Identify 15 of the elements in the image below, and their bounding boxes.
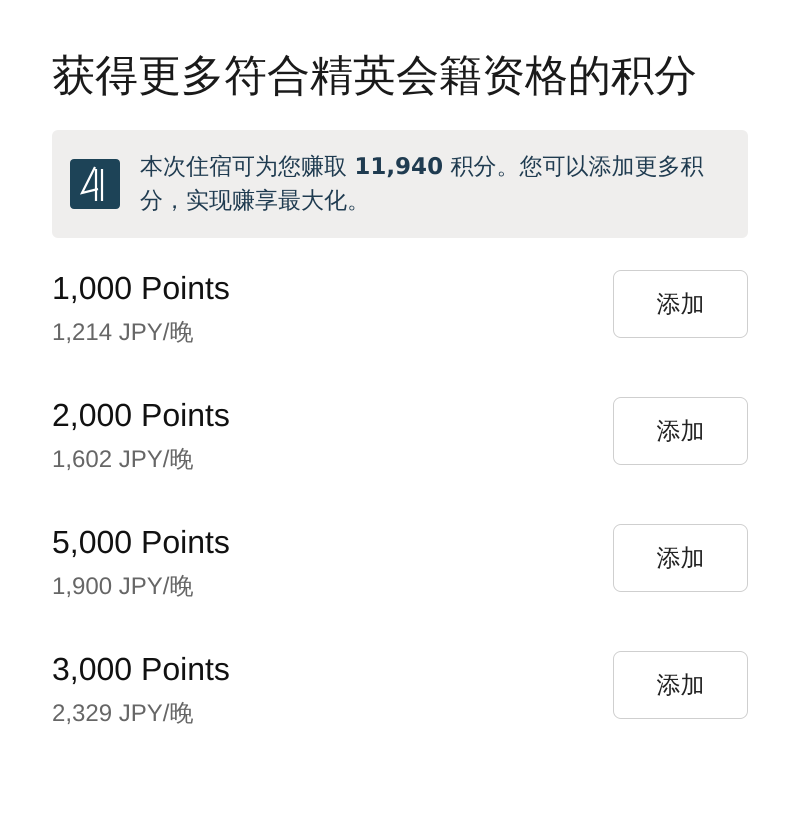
price-label: 1,602 JPY/晚 — [52, 445, 194, 475]
add-button[interactable]: 添加 — [613, 397, 748, 465]
banner-message: 本次住宿可为您赚取 11,940 积分。您可以添加更多积分，实现赚享最大化。 — [140, 153, 704, 216]
points-label: 1,000 Points — [52, 269, 230, 308]
page-title: 获得更多符合精英会籍资格的积分 — [52, 50, 698, 103]
price-label: 1,900 JPY/晚 — [52, 572, 194, 602]
add-button[interactable]: 添加 — [613, 524, 748, 592]
points-label: 2,000 Points — [52, 396, 230, 435]
points-label: 3,000 Points — [52, 650, 230, 689]
price-label: 2,329 JPY/晚 — [52, 699, 194, 729]
price-label: 1,214 JPY/晚 — [52, 318, 194, 348]
add-button[interactable]: 添加 — [613, 270, 748, 338]
points-label: 5,000 Points — [52, 523, 230, 562]
logo-icon — [70, 159, 120, 209]
add-button[interactable]: 添加 — [613, 651, 748, 719]
